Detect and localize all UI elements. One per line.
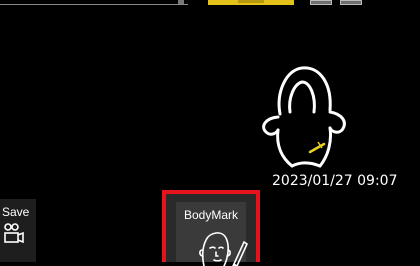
toolbar-button-a[interactable] (310, 0, 332, 5)
top-input-field[interactable] (0, 0, 188, 5)
yellow-probe-marker (308, 141, 326, 154)
top-toolbar (0, 0, 420, 5)
bodymark-button-face: BodyMark (176, 202, 248, 266)
exam-timestamp: 2023/01/27 09:07 (272, 173, 398, 189)
save-label: Save (2, 205, 30, 219)
face-pencil-icon (199, 232, 248, 266)
dropdown-notch-icon[interactable] (178, 0, 184, 4)
mode-indicator-icon (238, 0, 264, 3)
head-neck-outline-icon (262, 66, 346, 168)
toolbar-button-b[interactable] (340, 0, 362, 5)
bodymark-label: BodyMark (183, 208, 239, 222)
bodymark-button[interactable]: BodyMark (162, 190, 260, 266)
camera-icon (4, 223, 24, 244)
